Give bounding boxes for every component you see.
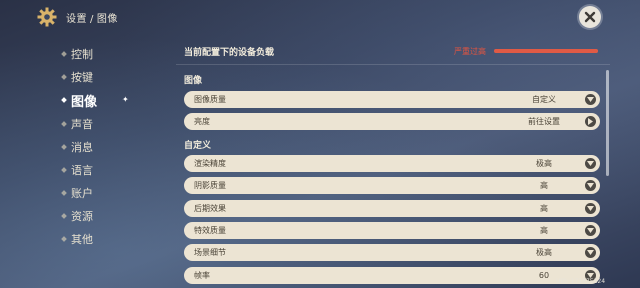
bullet-icon <box>61 97 67 103</box>
setting-label: 后期效果 <box>194 204 226 213</box>
setting-row-post-processing[interactable]: 后期效果 高 <box>184 200 600 217</box>
sidebar-item-label: 按键 <box>71 70 93 84</box>
bullet-icon <box>61 120 67 127</box>
setting-value: 高 <box>540 181 548 190</box>
sidebar: 控制 按键 图像 ✦ 声音 消息 语言 账户 资源 其他 <box>61 42 162 250</box>
device-load-title: 当前配置下的设备负载 <box>184 48 275 58</box>
dropdown-arrow-icon[interactable] <box>585 94 596 105</box>
sidebar-item-graphics[interactable]: 图像 ✦ <box>61 88 162 112</box>
sidebar-item-label: 资源 <box>71 209 93 223</box>
setting-row-scene-detail[interactable]: 场景细节 极高 <box>184 244 600 261</box>
sidebar-item-language[interactable]: 语言 <box>61 158 162 181</box>
setting-label: 特效质量 <box>194 226 226 235</box>
sidebar-item-keybinds[interactable]: 按键 <box>61 65 162 88</box>
setting-label: 图像质量 <box>194 95 226 104</box>
device-load-status: 严重过高 <box>454 47 486 56</box>
divider <box>176 64 610 65</box>
setting-value: 高 <box>540 226 548 235</box>
uid-label: UID: 171875124 <box>556 278 606 285</box>
setting-label: 帧率 <box>194 271 210 280</box>
sidebar-item-label: 图像 <box>71 94 98 110</box>
setting-row-brightness[interactable]: 亮度 前往设置 <box>184 113 600 130</box>
setting-label: 渲染精度 <box>194 159 226 168</box>
scrollbar[interactable] <box>606 70 609 176</box>
setting-row-graphics-quality[interactable]: 图像质量 自定义 <box>184 91 600 108</box>
setting-row-effects-quality[interactable]: 特效质量 高 <box>184 222 600 239</box>
device-load-row: 当前配置下的设备负载 严重过高 <box>176 40 610 62</box>
device-load-meter-fill <box>494 49 598 53</box>
setting-row-frame-rate[interactable]: 帧率 60 <box>184 267 600 284</box>
setting-label: 阴影质量 <box>194 181 226 190</box>
sidebar-item-label: 声音 <box>71 117 93 131</box>
sidebar-item-notifications[interactable]: 消息 <box>61 135 162 158</box>
section-title-custom: 自定义 <box>184 141 212 151</box>
sidebar-item-label: 账户 <box>71 186 93 200</box>
sidebar-item-audio[interactable]: 声音 <box>61 112 162 135</box>
settings-panel: 当前配置下的设备负载 严重过高 图像 图像质量 自定义 亮度 前往设置 自定义 … <box>176 40 610 288</box>
bullet-icon <box>61 212 67 219</box>
dropdown-arrow-icon[interactable] <box>585 180 596 191</box>
setting-label: 亮度 <box>194 117 210 126</box>
device-load-meter <box>494 49 598 53</box>
setting-value: 前往设置 <box>528 117 560 126</box>
sidebar-item-other[interactable]: 其他 <box>61 227 162 250</box>
dropdown-arrow-icon[interactable] <box>585 247 596 258</box>
navigate-arrow-icon[interactable] <box>585 116 596 127</box>
setting-label: 场景细节 <box>194 248 226 257</box>
sidebar-item-label: 其他 <box>71 232 93 246</box>
close-icon <box>584 11 596 23</box>
sidebar-item-controls[interactable]: 控制 <box>61 42 162 65</box>
bullet-icon <box>61 235 67 242</box>
sidebar-item-resources[interactable]: 资源 <box>61 204 162 227</box>
setting-row-render-resolution[interactable]: 渲染精度 极高 <box>184 155 600 172</box>
dropdown-arrow-icon[interactable] <box>585 203 596 214</box>
dropdown-arrow-icon[interactable] <box>585 225 596 236</box>
setting-value: 极高 <box>536 159 552 168</box>
setting-value: 高 <box>540 204 548 213</box>
bullet-icon <box>61 50 67 57</box>
setting-row-shadow-quality[interactable]: 阴影质量 高 <box>184 177 600 194</box>
setting-value: 极高 <box>536 248 552 257</box>
breadcrumb: 设置 / 图像 <box>66 10 118 25</box>
dropdown-arrow-icon[interactable] <box>585 158 596 169</box>
sparkle-icon: ✦ <box>122 95 129 104</box>
bullet-icon <box>61 166 67 173</box>
gear-icon <box>36 6 58 28</box>
sidebar-item-label: 语言 <box>71 163 93 177</box>
sidebar-item-label: 消息 <box>71 140 93 154</box>
section-title-graphics: 图像 <box>184 76 203 86</box>
bullet-icon <box>61 73 67 80</box>
bullet-icon <box>61 143 67 150</box>
sidebar-item-account[interactable]: 账户 <box>61 181 162 204</box>
breadcrumb-page: 图像 <box>96 13 118 25</box>
sidebar-item-label: 控制 <box>71 47 93 61</box>
breadcrumb-separator: / <box>90 13 94 25</box>
header: 设置 / 图像 <box>36 6 118 28</box>
bullet-icon <box>61 189 67 196</box>
breadcrumb-section[interactable]: 设置 <box>66 14 87 25</box>
setting-value: 自定义 <box>532 95 556 104</box>
close-button[interactable] <box>579 6 601 28</box>
